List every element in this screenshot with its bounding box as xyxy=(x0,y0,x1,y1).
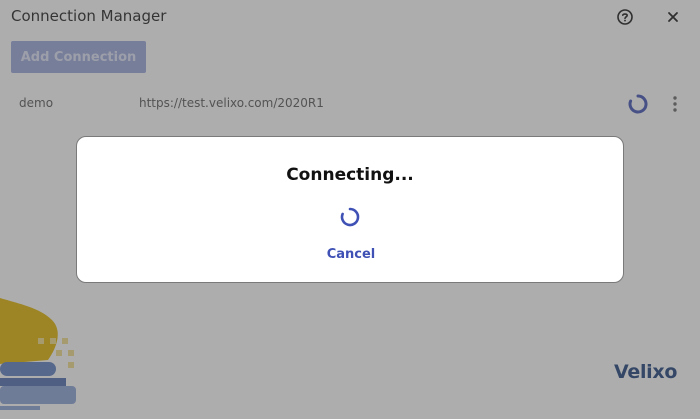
connecting-dialog: Connecting... Cancel xyxy=(76,136,624,283)
dialog-title: Connecting... xyxy=(286,165,414,185)
loading-spinner-icon xyxy=(339,206,361,228)
cancel-button[interactable]: Cancel xyxy=(315,243,387,265)
